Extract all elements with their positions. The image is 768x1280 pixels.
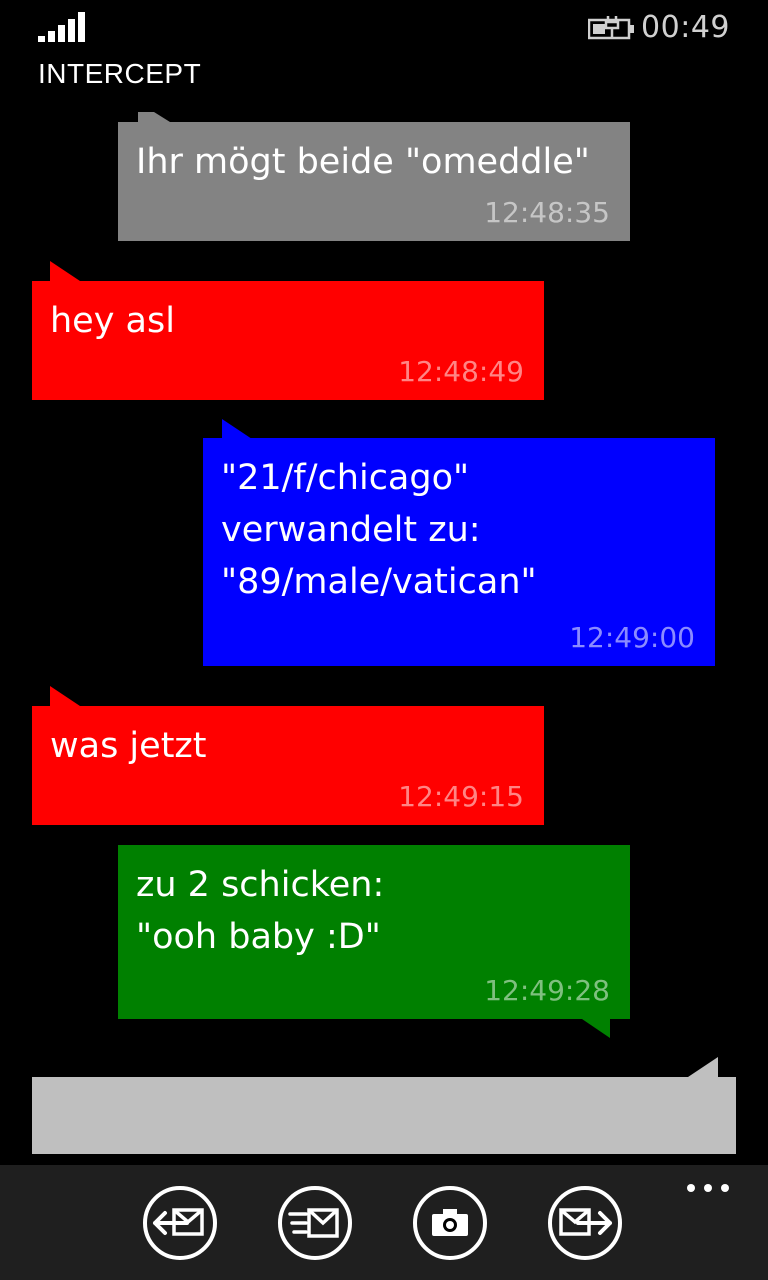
compose-tail xyxy=(688,1057,718,1077)
app-bar xyxy=(0,1165,768,1280)
message-timestamp: 12:48:49 xyxy=(398,355,524,388)
bubble-tail xyxy=(50,261,80,281)
message-timestamp: 12:49:00 xyxy=(569,621,695,654)
message-text: was jetzt xyxy=(50,726,207,766)
status-clock: 00:49 xyxy=(641,10,730,45)
bubble-tail xyxy=(50,686,80,706)
compose-message-input[interactable] xyxy=(32,1077,736,1154)
message-bubble[interactable]: was jetzt 12:49:15 xyxy=(32,706,544,825)
message-timestamp: 12:48:35 xyxy=(484,196,610,229)
message-bubble[interactable]: Ihr mögt beide "omeddle" 12:48:35 xyxy=(118,122,630,241)
signal-strength-icon xyxy=(38,12,85,42)
message-timestamp: 12:49:15 xyxy=(398,780,524,813)
message-text: Ihr mögt beide "omeddle" xyxy=(136,142,590,182)
send-message-icon xyxy=(288,1208,339,1238)
message-text: hey asl xyxy=(50,301,175,341)
forward-message-button[interactable] xyxy=(548,1186,622,1260)
message-text: zu 2 schicken: "ooh baby :D" xyxy=(136,865,385,957)
battery-charging-icon xyxy=(588,16,634,40)
message-timestamp: 12:49:28 xyxy=(484,974,610,1007)
receive-message-button[interactable] xyxy=(143,1186,217,1260)
message-bubble[interactable]: hey asl 12:48:49 xyxy=(32,281,544,400)
bubble-tail xyxy=(222,419,252,439)
message-bubble[interactable]: "21/f/chicago" verwandelt zu: "89/male/v… xyxy=(203,438,715,666)
camera-button[interactable] xyxy=(413,1186,487,1260)
bubble-tail xyxy=(138,112,170,122)
forward-message-icon xyxy=(559,1208,612,1236)
send-message-button[interactable] xyxy=(278,1186,352,1260)
bubble-tail xyxy=(582,1019,610,1038)
message-bubble[interactable]: zu 2 schicken: "ooh baby :D" 12:49:28 xyxy=(118,845,630,1019)
message-text: "21/f/chicago" verwandelt zu: "89/male/v… xyxy=(221,458,537,602)
camera-icon xyxy=(432,1209,468,1236)
receive-message-icon xyxy=(153,1208,204,1236)
app-title: INTERCEPT xyxy=(38,58,202,89)
status-bar: 00:49 xyxy=(0,0,768,56)
more-dots-icon[interactable] xyxy=(686,1181,730,1195)
